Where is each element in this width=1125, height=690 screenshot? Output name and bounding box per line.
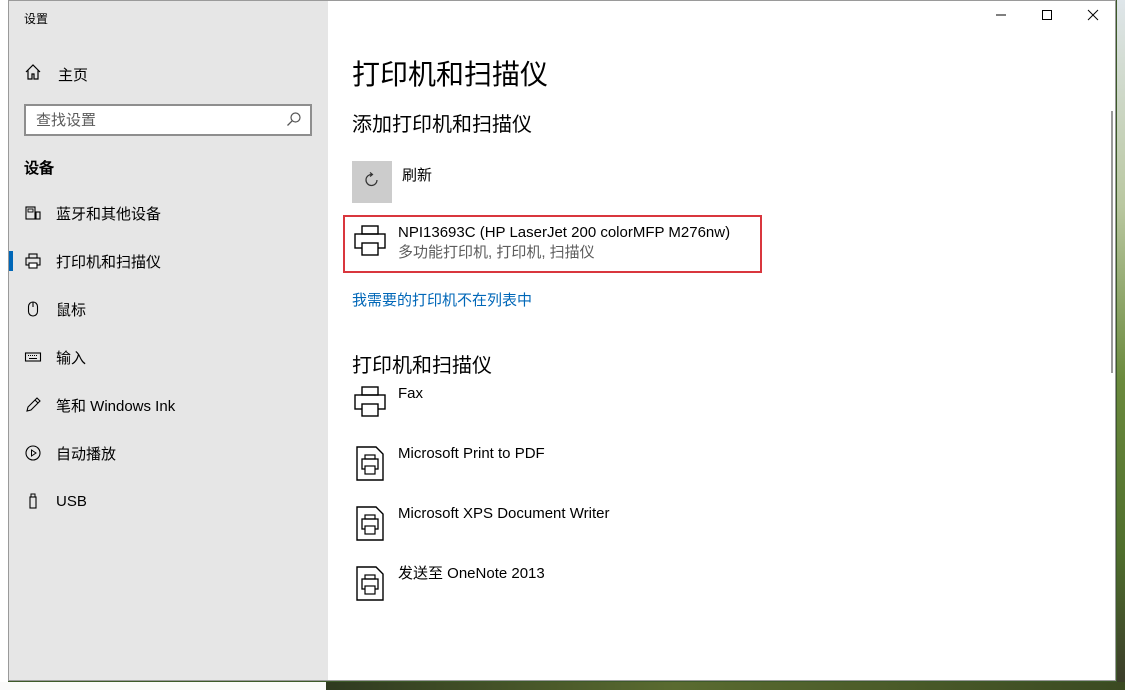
home-nav-item[interactable]: 主页 [24,63,88,85]
printers-section-title: 打印机和扫描仪 [352,355,492,377]
desktop-background-left [0,0,8,690]
printer-icon [352,223,388,263]
sidebar-item-label: 输入 [56,349,87,367]
refresh-label[interactable]: 刷新 [402,164,432,185]
printer-icon [24,252,42,270]
autoplay-icon [24,444,42,462]
maximize-icon [1041,8,1053,26]
main-content: 打印机和扫描仪 添加打印机和扫描仪 刷新 NPI13693C (HP Laser… [328,1,1115,680]
sidebar-item-mouse[interactable]: 鼠标 [9,289,328,329]
home-icon [24,63,42,86]
sidebar-item-label: USB [56,492,87,510]
sidebar-item-printers[interactable]: 打印机和扫描仪 [9,241,328,281]
mouse-icon [24,300,42,318]
document-printer-icon [352,504,388,544]
settings-search-box[interactable] [24,104,312,136]
sidebar-item-label: 鼠标 [56,301,87,319]
usb-icon [24,492,42,510]
refresh-button[interactable] [352,161,392,203]
printer-icon [352,384,388,424]
close-button[interactable] [1070,1,1115,33]
refresh-icon [362,170,382,195]
desktop-background-bottom [0,682,1125,690]
search-input[interactable] [26,110,284,130]
found-printer-description: 多功能打印机, 打印机, 扫描仪 [398,244,595,261]
found-printer-item[interactable]: NPI13693C (HP LaserJet 200 colorMFP M276… [352,223,730,263]
document-printer-icon [352,564,388,604]
printer-item-onenote[interactable]: 发送至 OneNote 2013 [352,564,545,604]
sidebar-item-autoplay[interactable]: 自动播放 [9,433,328,473]
printer-item-print-to-pdf[interactable]: Microsoft Print to PDF [352,444,545,484]
sidebar-item-bluetooth[interactable]: 蓝牙和其他设备 [9,193,328,233]
add-section-title: 添加打印机和扫描仪 [352,114,532,136]
sidebar-item-label: 打印机和扫描仪 [56,253,162,271]
printer-name: Microsoft Print to PDF [398,445,545,462]
home-label: 主页 [58,66,89,84]
printer-name: Microsoft XPS Document Writer [398,505,610,522]
sidebar-item-pen[interactable]: 笔和 Windows Ink [9,385,328,425]
bluetooth-devices-icon [24,204,42,222]
sidebar-item-label: 自动播放 [56,445,117,463]
window-title: 设置 [24,12,49,26]
found-printer-name: NPI13693C (HP LaserJet 200 colorMFP M276… [398,224,731,241]
search-icon[interactable] [284,110,304,130]
sidebar-item-usb[interactable]: USB [9,481,328,521]
sidebar-section-title: 设备 [24,160,55,177]
printer-not-listed-link[interactable]: 我需要的打印机不在列表中 [352,289,532,310]
maximize-button[interactable] [1024,1,1070,33]
active-indicator [9,251,13,271]
settings-window: 设置 主页 设备 蓝牙和其他设备 打印机和扫描仪 [8,0,1116,681]
page-title: 打印机和扫描仪 [352,59,549,90]
sidebar-item-typing[interactable]: 输入 [9,337,328,377]
printer-item-xps-writer[interactable]: Microsoft XPS Document Writer [352,504,609,544]
minimize-icon [995,8,1007,26]
printer-item-fax[interactable]: Fax [352,384,423,424]
sidebar-item-label: 笔和 Windows Ink [56,397,176,415]
close-icon [1087,8,1099,26]
desktop-background-right [1117,0,1125,690]
minimize-button[interactable] [978,1,1024,33]
printer-name: Fax [398,385,424,402]
sidebar-item-label: 蓝牙和其他设备 [56,205,162,223]
document-printer-icon [352,444,388,484]
keyboard-icon [24,348,42,366]
sidebar: 设置 主页 设备 蓝牙和其他设备 打印机和扫描仪 [9,1,328,680]
pen-icon [24,396,42,414]
scrollbar[interactable] [1111,111,1113,373]
printer-name: 发送至 OneNote 2013 [398,565,545,582]
